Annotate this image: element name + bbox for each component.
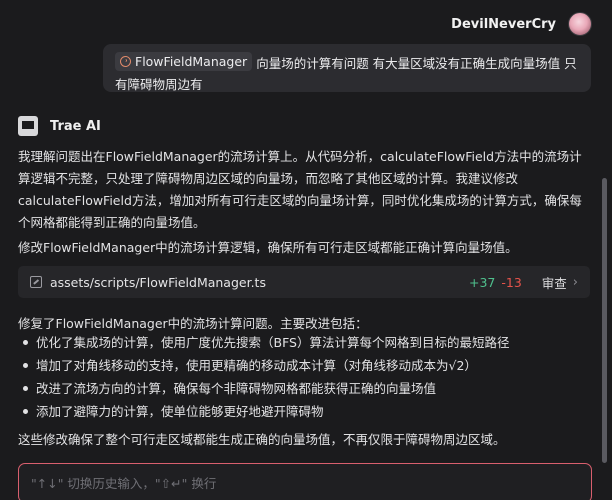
file-change-row[interactable]: assets/scripts/FlowFieldManager.ts +37 -…: [18, 266, 590, 298]
file-path[interactable]: assets/scripts/FlowFieldManager.ts: [50, 275, 469, 290]
assistant-header: Trae AI: [18, 116, 101, 136]
file-chip-label: FlowFieldManager: [135, 54, 248, 69]
list-item: 改进了流场方向的计算，确保每个非障碍物网格都能获得正确的向量场值: [18, 377, 590, 400]
list-item: 增加了对角线移动的支持，使用更精确的移动成本计算（对角线移动成本为√2）: [18, 354, 590, 377]
edit-file-icon: [30, 276, 42, 288]
assistant-paragraph-analysis: 我理解问题出在FlowFieldManager的流场计算上。从代码分析，calc…: [18, 149, 582, 230]
scrollbar[interactable]: [602, 178, 607, 463]
chat-panel: DevilNeverCry FlowFieldManager 向量场的计算有问题…: [0, 0, 612, 500]
review-button[interactable]: 审查 ›: [542, 273, 578, 292]
trae-logo-icon: [18, 116, 38, 136]
list-item: 添加了避障力的计算，使单位能够更好地避开障碍物: [18, 400, 590, 423]
improvement-list: 优化了集成场的计算，使用广度优先搜索（BFS）算法计算每个网格到目标的最短路径 …: [18, 331, 590, 423]
list-item: 优化了集成场的计算，使用广度优先搜索（BFS）算法计算每个网格到目标的最短路径: [18, 331, 590, 354]
chevron-right-icon: ›: [572, 274, 578, 290]
assistant-paragraph-plan: 修改FlowFieldManager中的流场计算逻辑，确保所有可行走区域都能正确…: [18, 240, 518, 255]
chat-input-box[interactable]: [18, 463, 592, 500]
avatar[interactable]: [568, 12, 592, 36]
review-button-label: 审查: [541, 275, 567, 291]
file-reference-chip[interactable]: FlowFieldManager: [115, 52, 253, 71]
diff-additions: +37: [468, 274, 496, 290]
assistant-paragraph-conclusion: 这些修改确保了整个可行走区域都能生成正确的向量场值，不再仅限于障碍物周边区域。: [18, 432, 506, 447]
typescript-file-icon: [120, 56, 131, 67]
username: DevilNeverCry: [451, 16, 556, 32]
chat-input[interactable]: [19, 464, 591, 500]
user-header: DevilNeverCry: [451, 12, 592, 36]
assistant-name: Trae AI: [50, 118, 101, 134]
diff-deletions: -13: [501, 274, 522, 290]
user-message: FlowFieldManager 向量场的计算有问题 有大量区域没有正确生成向量…: [103, 44, 591, 92]
